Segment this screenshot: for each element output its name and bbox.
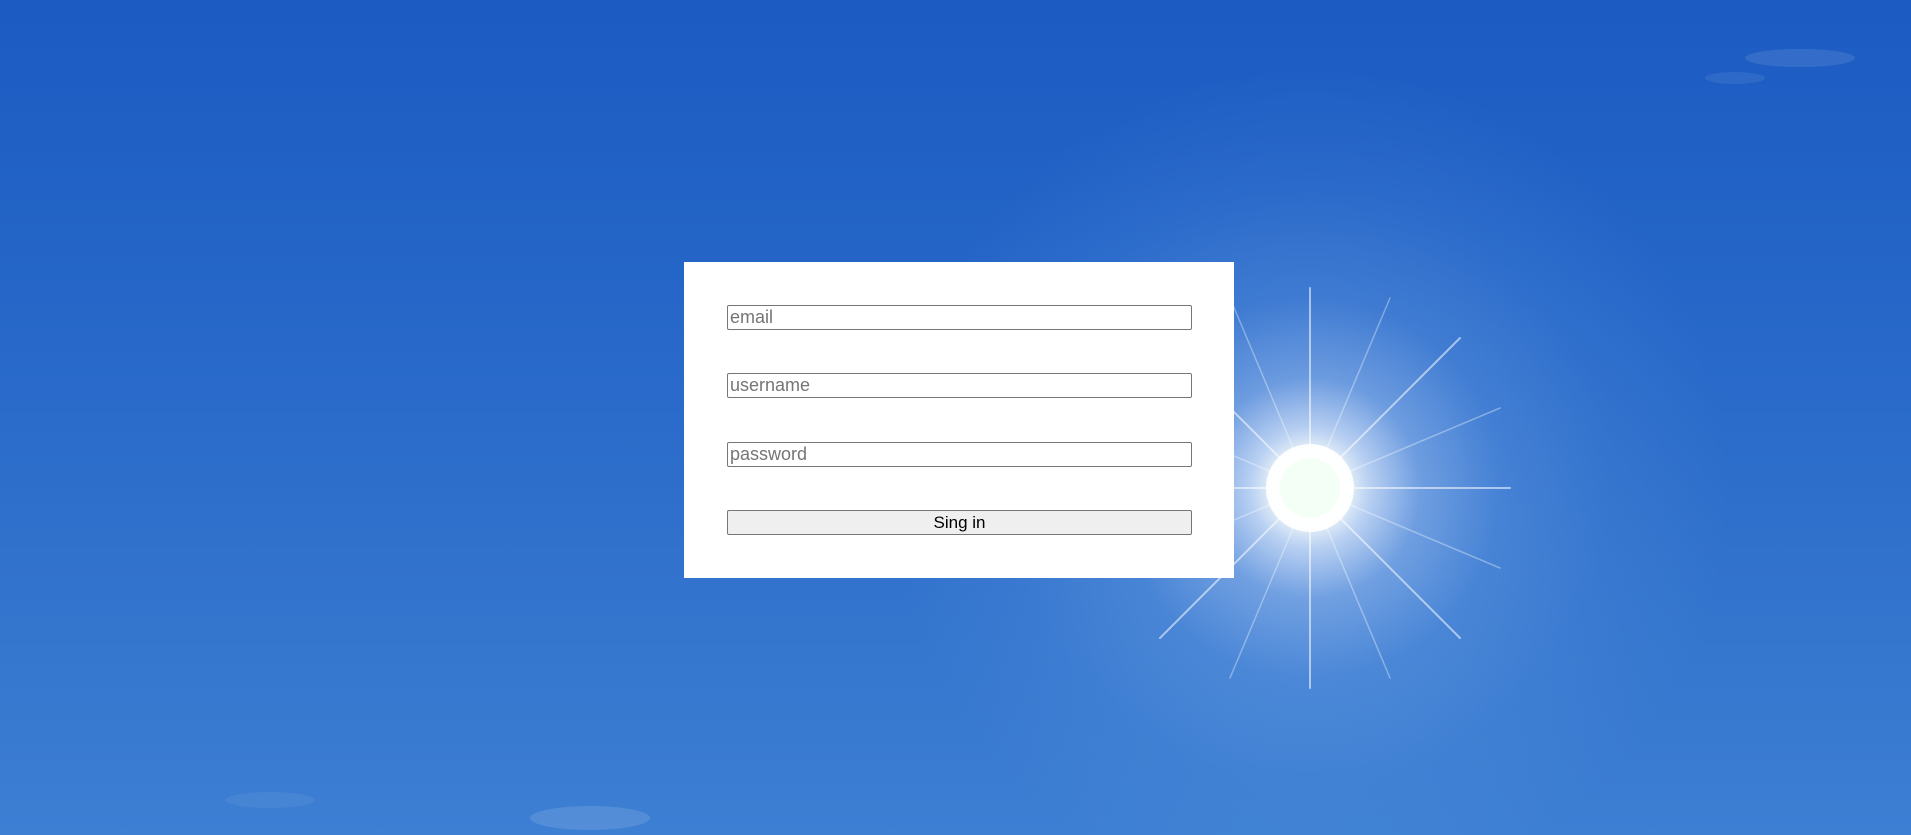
username-field[interactable] bbox=[727, 373, 1192, 398]
password-field[interactable] bbox=[727, 442, 1192, 467]
login-form: Sing in bbox=[684, 262, 1234, 578]
email-field[interactable] bbox=[727, 305, 1192, 330]
sign-in-button[interactable]: Sing in bbox=[727, 510, 1192, 535]
